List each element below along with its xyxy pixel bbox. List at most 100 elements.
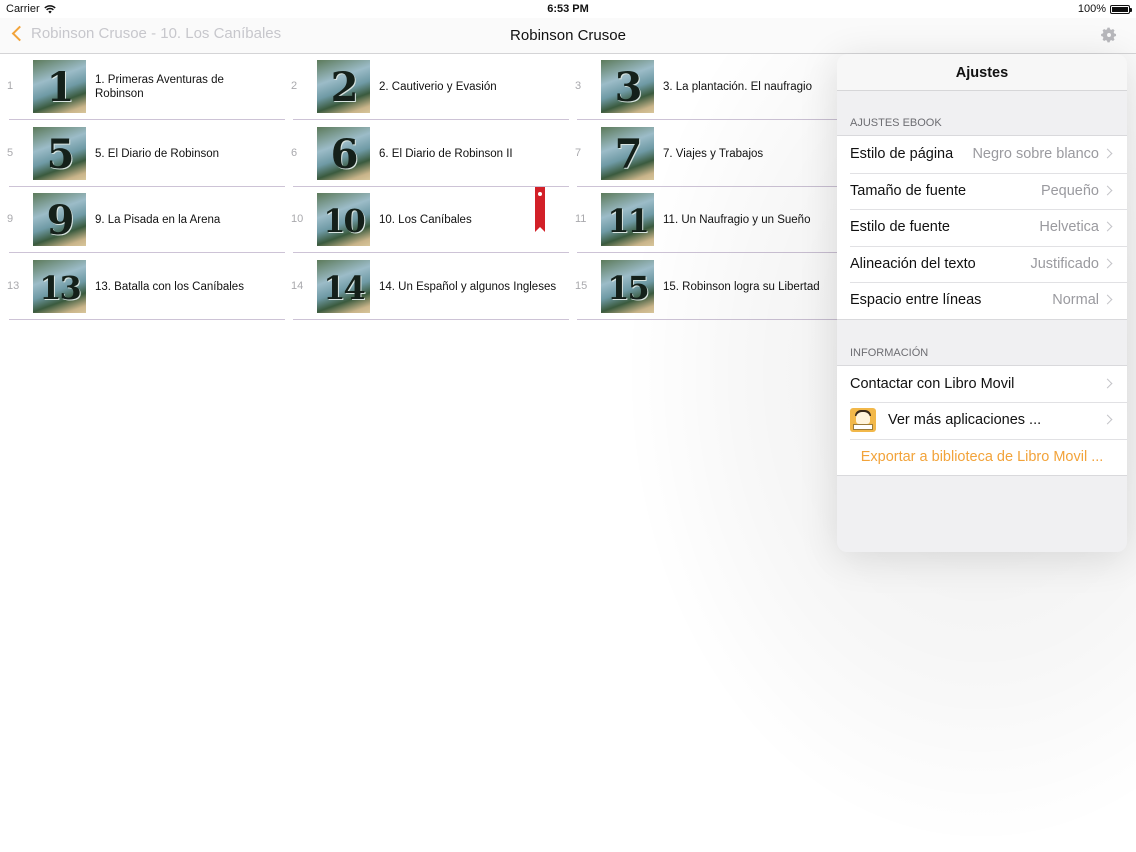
chapter-index: 11 (575, 213, 587, 225)
chapter-index: 3 (575, 80, 582, 92)
chapter-thumbnail-number: 9 (46, 197, 75, 244)
chevron-right-icon (1102, 378, 1113, 388)
setting-value: Pequeño (1040, 182, 1099, 199)
chapter-title: 3. La plantación. El naufragio (663, 54, 843, 120)
chapter-index: 1 (7, 80, 14, 92)
chapter-title: 11. Un Naufragio y un Sueño (663, 187, 843, 253)
chapter-item[interactable]: 5 5 5. El Diario de Robinson (7, 121, 285, 187)
chapter-item[interactable]: 15 15 15. Robinson logra su Libertad (575, 254, 853, 320)
setting-value: Justificado (1030, 255, 1099, 272)
chapter-title-text: 9. La Pisada en la Arena (95, 214, 221, 226)
chevron-right-icon (1102, 294, 1113, 305)
battery-indicator: 100% (1077, 3, 1132, 15)
chapter-thumbnail: 14 (317, 259, 370, 313)
setting-row[interactable]: Estilo de página Negro sobre blanco (837, 136, 1127, 173)
chapter-title: 15. Robinson logra su Libertad (663, 254, 843, 320)
chapter-item[interactable]: 2 2 2. Cautiverio y Evasión (291, 54, 569, 120)
chapter-thumbnail: 5 (33, 126, 86, 180)
setting-value: Negro sobre blanco (972, 146, 1099, 163)
chapter-title-text: 11. Un Naufragio y un Sueño (663, 214, 811, 226)
gear-icon[interactable] (1100, 26, 1118, 44)
chapter-index: 13 (7, 279, 20, 292)
chapter-title-text: 5. El Diario de Robinson (95, 147, 220, 160)
clock: 6:53 PM (547, 3, 589, 15)
setting-label: Tamaño de fuente (850, 182, 967, 199)
setting-row[interactable]: Alineación del texto Justificado (837, 245, 1127, 283)
chevron-right-icon (1102, 258, 1113, 268)
setting-row[interactable]: Espacio entre líneas Normal (837, 282, 1127, 319)
ebook-settings-group: Estilo de página Negro sobre blanco Tamaño… (837, 135, 1127, 320)
chapter-title-text: 6. El Diario de Robinson II (379, 147, 513, 160)
chapter-title: 6. El Diario de Robinson II (379, 121, 559, 187)
settings-popover: Ajustes AJUSTES EBOOK Estilo de página Ne… (837, 54, 1127, 552)
chapter-thumbnail-number: 10 (323, 202, 366, 240)
section-header-info: INFORMACIÓN (850, 346, 929, 359)
chevron-right-icon (1102, 221, 1113, 232)
chapter-item[interactable]: 7 7 7. Viajes y Trabajos (575, 121, 853, 187)
chapter-thumbnail-number: 3 (614, 64, 643, 111)
chapter-index: 14 (291, 279, 304, 292)
bookmark-ribbon-icon (535, 187, 545, 232)
battery-icon (1110, 4, 1132, 14)
chapter-item[interactable]: 10 10 10. Los Caníbales (291, 187, 569, 253)
chapter-index: 7 (575, 146, 582, 159)
chapter-item[interactable]: 1 1 1. Primeras Aventuras de Robinson (7, 54, 285, 120)
chapter-index: 2 (291, 80, 298, 92)
chapter-title: 7. Viajes y Trabajos (663, 121, 843, 187)
chapter-item[interactable]: 6 6 6. El Diario de Robinson II (291, 121, 569, 187)
page-title: Robinson Crusoe (510, 27, 626, 44)
more-apps-label: Ver más aplicaciones ... (888, 412, 1042, 429)
chapter-item[interactable]: 13 13 13. Batalla con los Caníbales (7, 254, 285, 320)
setting-label: Alineación del texto (850, 255, 976, 272)
section-header-ebook: AJUSTES EBOOK (850, 117, 942, 129)
chapter-item[interactable]: 3 3 3. La plantación. El naufragio (575, 54, 853, 120)
chevron-right-icon (1102, 185, 1113, 195)
chapter-title: 10. Los Caníbales (379, 187, 559, 253)
battery-percent: 100% (1077, 3, 1106, 15)
chapter-thumbnail: 1 (33, 60, 86, 113)
chapter-thumbnail-number: 11 (607, 202, 650, 240)
chapter-thumbnail-number: 15 (607, 268, 650, 307)
setting-label: Estilo de página (850, 146, 954, 163)
chapter-thumbnail-number: 2 (330, 64, 359, 111)
setting-label: Estilo de fuente (850, 219, 950, 236)
chapter-title-text: 3. La plantación. El naufragio (663, 81, 812, 93)
setting-row[interactable]: Estilo de fuente Helvetica (837, 209, 1127, 246)
chapter-item[interactable]: 11 11 11. Un Naufragio y un Sueño (575, 187, 853, 253)
chapter-thumbnail: 3 (601, 60, 654, 113)
status-bar: Carrier 6:53 PM 100% (0, 0, 1136, 18)
chevron-right-icon (1102, 414, 1113, 425)
chapter-item[interactable]: 14 14 14. Un Español y algunos Ingleses (291, 254, 569, 320)
chapter-title-text: 1. Primeras Aventuras de Robinson (95, 74, 224, 100)
chapter-thumbnail: 6 (317, 126, 370, 180)
chapter-thumbnail: 15 (601, 259, 654, 313)
chevron-right-icon (1102, 148, 1113, 159)
chapter-title: 14. Un Español y algunos Ingleses (379, 254, 559, 320)
chapter-thumbnail: 9 (33, 193, 86, 246)
chapter-title-text: 7. Viajes y Trabajos (663, 147, 764, 160)
chapter-index: 10 (291, 213, 304, 225)
chapter-index: 15 (575, 279, 588, 292)
chapter-thumbnail: 10 (317, 193, 370, 246)
contact-row[interactable]: Contactar con Libro Movil (837, 366, 1127, 403)
chapter-thumbnail: 13 (33, 259, 86, 313)
navigation-bar: Robinson Crusoe - 10. Los Caníbales Robi… (0, 18, 1136, 54)
setting-row[interactable]: Tamaño de fuente Pequeño (837, 172, 1127, 210)
chapter-thumbnail: 7 (601, 126, 654, 180)
chapter-title-text: 14. Un Español y algunos Ingleses (379, 280, 557, 293)
chapter-thumbnail: 2 (317, 60, 370, 113)
contact-label: Contactar con Libro Movil (850, 375, 1015, 392)
chapter-thumbnail-number: 5 (46, 130, 75, 178)
export-button[interactable]: Exportar a biblioteca de Libro Movil ... (837, 438, 1127, 476)
setting-value: Normal (1052, 292, 1099, 309)
chapter-index: 9 (7, 213, 14, 225)
chapter-title: 13. Batalla con los Caníbales (95, 254, 275, 320)
chapter-index: 5 (7, 146, 14, 159)
chapter-title: 2. Cautiverio y Evasión (379, 54, 559, 120)
chapter-index: 6 (291, 146, 298, 159)
chapter-title-text: 13. Batalla con los Caníbales (95, 280, 244, 293)
more-apps-row[interactable]: Ver más aplicaciones ... (837, 402, 1127, 439)
chapter-thumbnail-number: 7 (614, 130, 643, 178)
chapter-title: 9. La Pisada en la Arena (95, 187, 275, 253)
chapter-item[interactable]: 9 9 9. La Pisada en la Arena (7, 187, 285, 253)
